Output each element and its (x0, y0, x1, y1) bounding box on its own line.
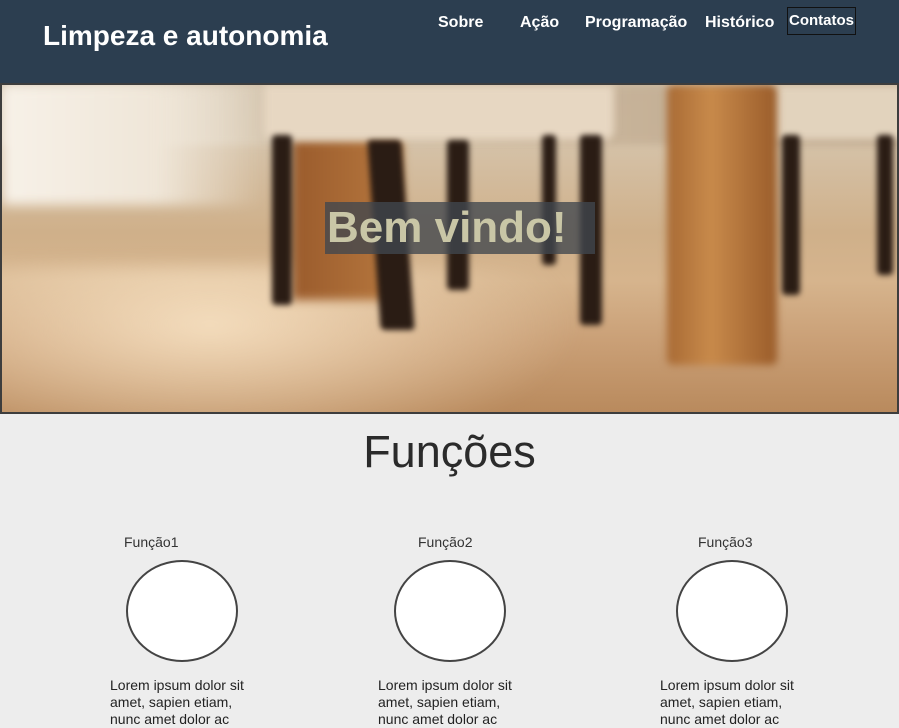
hero-chair-leg (782, 135, 800, 295)
function2-label: Função2 (418, 534, 473, 550)
function3-text: Lorem ipsum dolor sit amet, sapien etiam… (660, 677, 794, 727)
function3-label: Função3 (698, 534, 753, 550)
function3-circle (676, 560, 788, 662)
hero-chair-seat-right (772, 85, 897, 140)
site-title[interactable]: Limpeza e autonomia (43, 20, 328, 52)
hero-chair-seat (264, 85, 614, 140)
function2-text: Lorem ipsum dolor sit amet, sapien etiam… (378, 677, 512, 727)
hero-table-leg (667, 85, 777, 365)
nav-contatos[interactable]: Contatos (787, 7, 856, 35)
function1-label: Função1 (124, 534, 179, 550)
nav-historico[interactable]: Histórico (705, 14, 774, 32)
nav-programacao[interactable]: Programação (585, 14, 687, 32)
nav-sobre[interactable]: Sobre (438, 14, 483, 32)
site-header: Limpeza e autonomia Sobre Ação Programaç… (0, 0, 899, 83)
function1-text: Lorem ipsum dolor sit amet, sapien etiam… (110, 677, 244, 727)
hero-chair-leg (877, 135, 893, 275)
hero-chair-leg (272, 135, 292, 305)
nav-acao[interactable]: Ação (520, 14, 559, 32)
welcome-banner-text: Bem vindo! (325, 202, 595, 254)
function2-circle (394, 560, 506, 662)
functions-title: Funções (363, 426, 536, 477)
hero-window-light (2, 85, 262, 205)
function1-circle (126, 560, 238, 662)
